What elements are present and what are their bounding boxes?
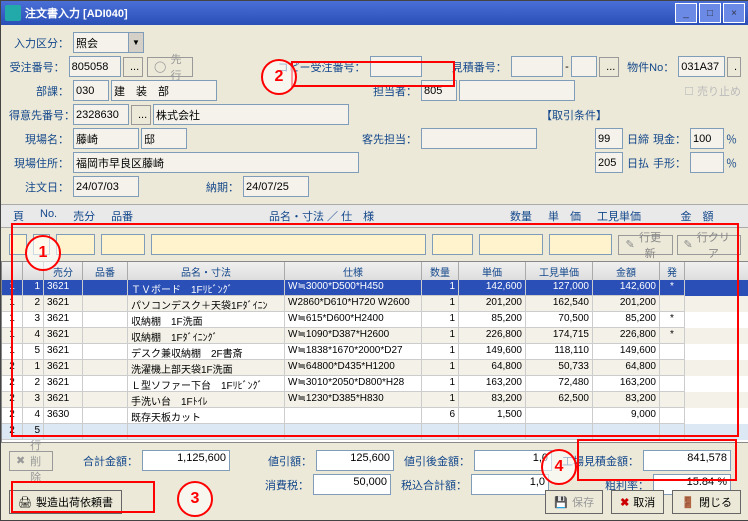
genba-mei-2[interactable]: 邸 bbox=[141, 128, 187, 149]
tokui-no-label: 得意先番号： bbox=[9, 107, 73, 123]
torikeshi-button[interactable]: ✖取消 bbox=[611, 490, 664, 514]
gokei-value: 1,125,600 bbox=[142, 450, 230, 471]
callout-1: 1 bbox=[25, 235, 61, 271]
senko-button[interactable]: ◯ 先行 bbox=[147, 57, 193, 77]
tegata-input bbox=[690, 152, 724, 173]
kyakusaki-label: 客先担当： bbox=[187, 131, 421, 147]
juchu-no-label: 受注番号： bbox=[9, 59, 69, 75]
uridome-check: ☐ 売り止め bbox=[684, 83, 741, 99]
window-title: 注文書入力 [ADI040] bbox=[25, 5, 673, 21]
chumonbi-label: 注文日： bbox=[9, 179, 73, 195]
bukken-no-label: 物件No： bbox=[627, 59, 678, 75]
buka-label: 部課： bbox=[9, 83, 73, 99]
bukken-lookup-button[interactable]: . bbox=[727, 57, 741, 77]
highlight-seizoushukka bbox=[11, 481, 155, 513]
highlight-copy-juchu bbox=[291, 61, 455, 87]
kyakusaki-input[interactable] bbox=[421, 128, 537, 149]
highlight-grid bbox=[11, 223, 739, 437]
tantou-name bbox=[459, 80, 575, 101]
row-delete-button[interactable]: ✖ 行削除 bbox=[9, 451, 53, 471]
close-button[interactable]: × bbox=[723, 3, 745, 23]
juchu-lookup-button[interactable]: ... bbox=[123, 57, 143, 77]
genba-addr-input[interactable]: 福岡市早良区藤崎 bbox=[73, 152, 359, 173]
cancel-icon: ✖ bbox=[620, 496, 629, 509]
nebiki-value: 125,600 bbox=[316, 450, 394, 471]
nouki-label: 納期： bbox=[139, 179, 243, 195]
nouki-input[interactable]: 24/07/25 bbox=[243, 176, 309, 197]
mitsumori-input-1[interactable] bbox=[511, 56, 563, 77]
maximize-button[interactable]: □ bbox=[699, 3, 721, 23]
door-icon: 🚪 bbox=[681, 496, 695, 509]
app-icon bbox=[5, 5, 21, 21]
genba-mei-1[interactable]: 藤崎 bbox=[73, 128, 139, 149]
juchu-no-input[interactable]: 805058 bbox=[69, 56, 121, 77]
buka-name: 建 装 部 bbox=[111, 80, 217, 101]
nyuryoku-kubun-combo[interactable]: 照会 ▼ bbox=[73, 32, 144, 53]
genba-addr-label: 現場住所： bbox=[9, 155, 73, 171]
nyuryoku-kubun-label: 入力区分： bbox=[9, 35, 73, 51]
genba-mei-label: 現場名： bbox=[9, 131, 73, 147]
app-window: 注文書入力 [ADI040] _ □ × 入力区分： 照会 ▼ 受注番号： 80… bbox=[0, 0, 748, 521]
tojiru-button[interactable]: 🚪閉じる bbox=[672, 490, 741, 514]
hozon-button[interactable]: 💾保存 bbox=[545, 490, 603, 514]
torihiki-label: 【取引条件】 bbox=[541, 107, 611, 123]
chumonbi-input[interactable]: 24/07/03 bbox=[73, 176, 139, 197]
minimize-button[interactable]: _ bbox=[675, 3, 697, 23]
form-area: 入力区分： 照会 ▼ 受注番号： 805058 ... ◯ 先行 コピー受注番号… bbox=[1, 25, 748, 204]
save-icon: 💾 bbox=[554, 496, 568, 509]
tokui-name: 株式会社 bbox=[153, 104, 349, 125]
titlebar: 注文書入力 [ADI040] _ □ × bbox=[1, 1, 748, 25]
mitsumori-input-2[interactable] bbox=[571, 56, 597, 77]
buka-input[interactable]: 030 bbox=[73, 80, 109, 101]
harai-input: 205 bbox=[595, 152, 623, 173]
shimebi-input: 99 bbox=[595, 128, 623, 149]
tokui-no-input[interactable]: 2328630 bbox=[73, 104, 129, 125]
highlight-totals-right bbox=[577, 439, 737, 481]
callout-2: 2 bbox=[261, 59, 297, 95]
tokui-lookup-button[interactable]: ... bbox=[131, 105, 151, 125]
callout-3: 3 bbox=[177, 481, 213, 517]
chevron-down-icon[interactable]: ▼ bbox=[129, 32, 144, 53]
bukken-no-input[interactable]: 031A37 bbox=[678, 56, 725, 77]
genkin-input: 100 bbox=[690, 128, 724, 149]
mitsumori-lookup-button[interactable]: ... bbox=[599, 57, 619, 77]
callout-4: 4 bbox=[541, 449, 577, 485]
